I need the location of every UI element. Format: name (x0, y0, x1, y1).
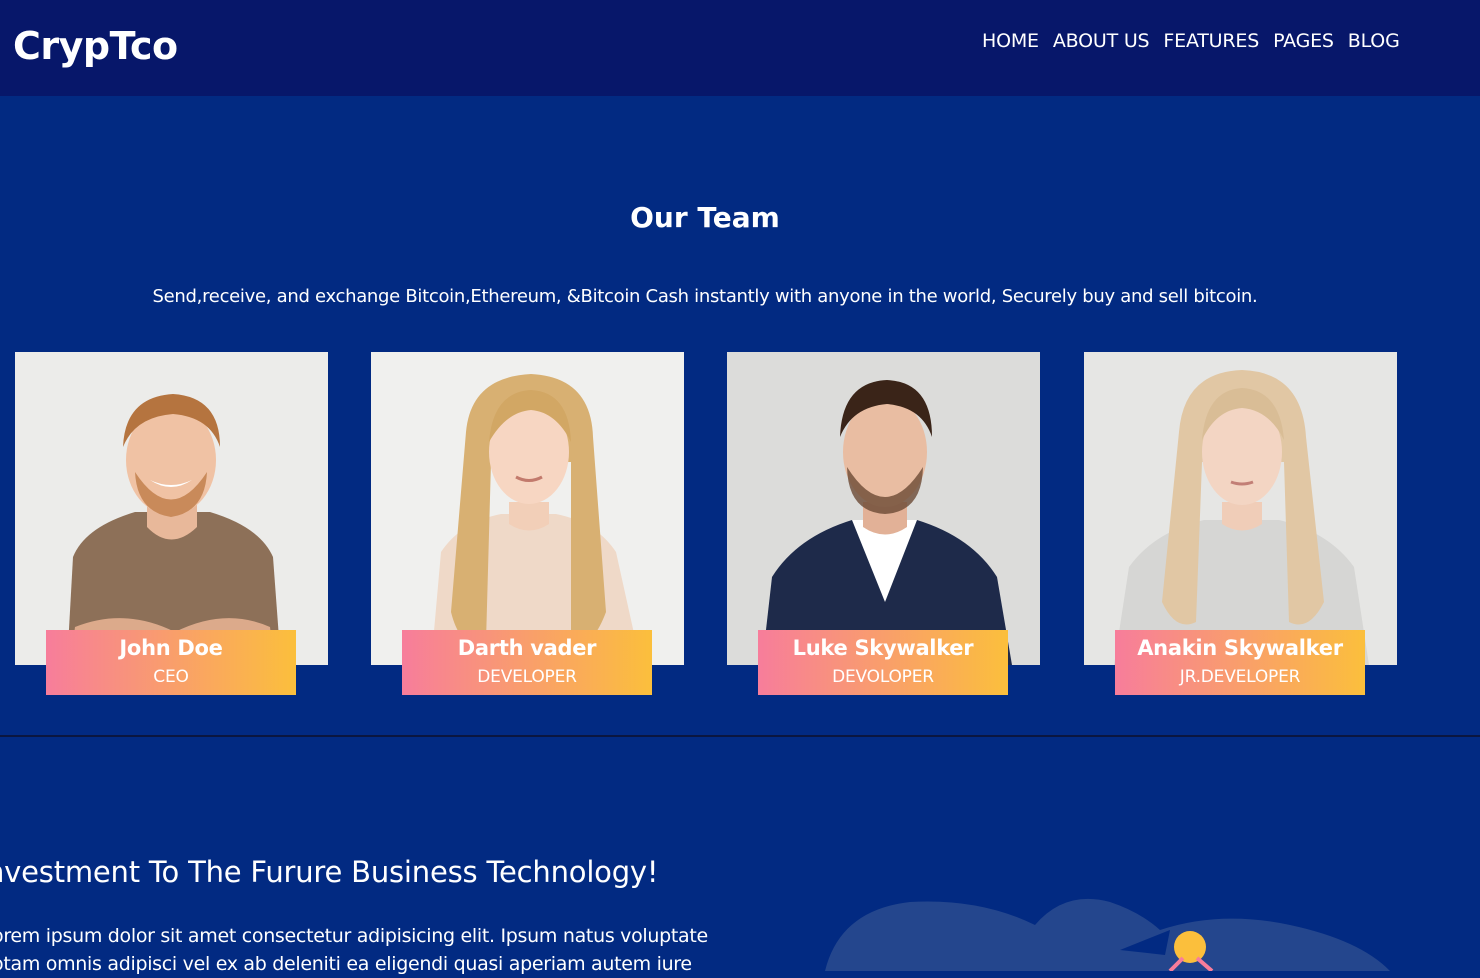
nav-home-link[interactable]: HOME (975, 28, 1046, 54)
team-tag-john-doe: John Doe CEO (46, 630, 296, 695)
investment-body: orem ipsum dolor sit amet consectetur ad… (0, 922, 792, 978)
team-member-role: JR.DEVELOPER (1179, 667, 1301, 687)
nav-features-link[interactable]: FEATURES (1156, 28, 1266, 54)
site-header: CrypTco HOME ABOUT US FEATURES PAGES BLO… (0, 0, 1480, 96)
section-divider (0, 735, 1480, 737)
site-logo[interactable]: CrypTco (13, 22, 178, 70)
team-member-role: CEO (153, 667, 189, 687)
team-section-subtitle: Send,receive, and exchange Bitcoin,Ether… (152, 286, 1258, 307)
team-member-name: Darth vader (457, 636, 597, 660)
team-photo-john-doe (15, 352, 328, 665)
team-photo-darth-vader (371, 352, 684, 665)
nav-blog-link[interactable]: BLOG (1341, 28, 1407, 54)
investment-body-line: otam omnis adipisci vel ex ab deleniti e… (0, 953, 692, 975)
team-photo-luke-skywalker (727, 352, 1040, 665)
team-card-darth-vader: Darth vader DEVELOPER (371, 352, 684, 695)
team-tag-darth-vader: Darth vader DEVELOPER (402, 630, 652, 695)
team-photo-anakin-skywalker (1084, 352, 1397, 665)
team-card-john-doe: John Doe CEO (15, 352, 328, 695)
team-member-name: John Doe (119, 636, 223, 660)
nav-pages-link[interactable]: PAGES (1266, 28, 1341, 54)
investment-body-line: orem ipsum dolor sit amet consectetur ad… (0, 925, 708, 947)
main-nav: HOME ABOUT US FEATURES PAGES BLOG (975, 28, 1407, 54)
team-card-luke-skywalker: Luke Skywalker DEVOLOPER (727, 352, 1040, 695)
team-tag-luke-skywalker: Luke Skywalker DEVOLOPER (758, 630, 1008, 695)
team-member-name: Luke Skywalker (792, 636, 974, 660)
investment-illustration (800, 880, 1480, 973)
team-section-title: Our Team (630, 201, 780, 234)
team-member-role: DEVELOPER (477, 667, 577, 687)
team-member-role: DEVOLOPER (832, 667, 934, 687)
team-member-name: Anakin Skywalker (1137, 636, 1343, 660)
team-card-anakin-skywalker: Anakin Skywalker JR.DEVELOPER (1084, 352, 1397, 695)
nav-about-us-link[interactable]: ABOUT US (1046, 28, 1157, 54)
investment-title: nvestment To The Furure Business Technol… (0, 855, 659, 889)
team-tag-anakin-skywalker: Anakin Skywalker JR.DEVELOPER (1115, 630, 1365, 695)
